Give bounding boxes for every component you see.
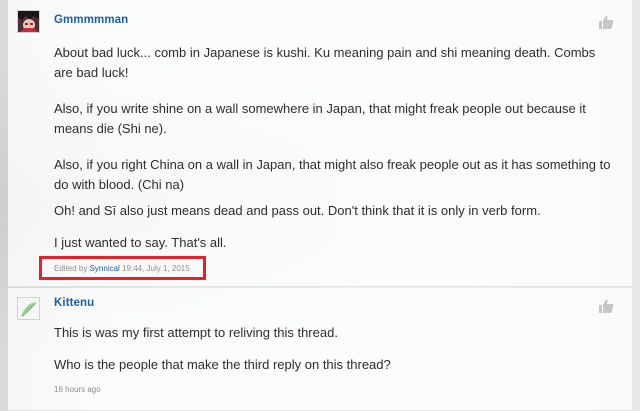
comment-username[interactable]: Gmmmmman — [54, 14, 128, 26]
user-avatar[interactable] — [17, 297, 40, 320]
highlight-annotation-box — [39, 256, 206, 280]
comment-post: Kittenu This is was my first attempt to … — [8, 288, 632, 411]
anime-character-avatar-icon — [18, 11, 39, 32]
placeholder-avatar-icon — [18, 298, 39, 319]
comment-username[interactable]: Kittenu — [54, 297, 94, 309]
comment-timestamp: 16 hours ago — [54, 385, 101, 394]
comment-paragraph: Also, if you right China on a wall in Ja… — [54, 157, 611, 192]
user-avatar[interactable] — [17, 10, 40, 33]
comment-paragraph: About bad luck... comb in Japanese is ku… — [54, 45, 596, 80]
thumbs-up-icon[interactable] — [598, 298, 614, 314]
comment-paragraph: Who is the people that make the third re… — [54, 357, 391, 372]
comment-paragraph: Oh! and Sī also just means dead and pass… — [54, 203, 541, 218]
comment-paragraph: I just wanted to say. That's all. — [54, 235, 227, 250]
comment-thread: Gmmmmman About bad luck... comb in Japan… — [8, 0, 632, 411]
thumbs-up-icon[interactable] — [598, 14, 614, 30]
comment-post: Gmmmmman About bad luck... comb in Japan… — [8, 0, 632, 287]
comment-paragraph: This is was my first attempt to reliving… — [54, 325, 338, 340]
comment-paragraph: Also, if you write shine on a wall somew… — [54, 101, 586, 136]
